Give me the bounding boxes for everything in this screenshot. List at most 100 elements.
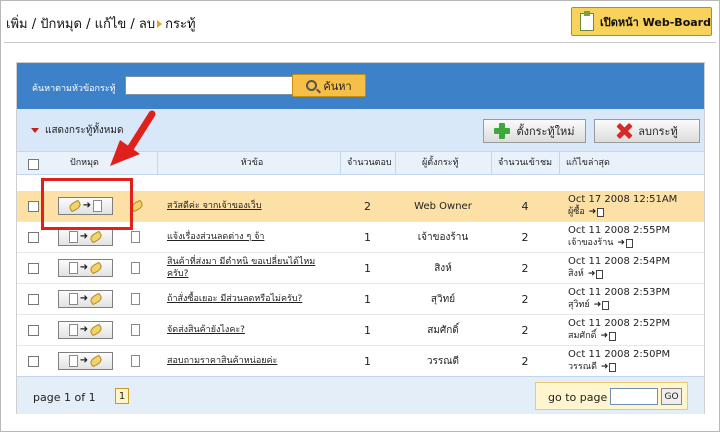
topic-author: สุวิทย์ — [430, 293, 456, 305]
new-topic-button[interactable]: ตั้งกระทู้ใหม่ — [483, 119, 586, 143]
row-checkbox[interactable] — [28, 200, 39, 212]
topic-title-cell: สอบถามราคาสินค้าหน่อยค่ะ — [167, 346, 342, 376]
open-webboard-label: เปิดหน้า Web-Board — [600, 15, 711, 29]
page-number-link[interactable]: 1 — [115, 388, 129, 404]
document-icon — [68, 324, 78, 336]
last-edit-cell: Oct 11 2008 2:50PM วรรณดี ➜ — [568, 346, 704, 376]
last-edit-cell: Oct 11 2008 2:55PM เจ้าของร้าน ➜ — [568, 222, 704, 252]
topic-author: Web Owner — [414, 200, 472, 212]
topic-title-cell: ถ้าสั่งซื้อเยอะ มีส่วนลดหรือไม่ครับ? — [167, 284, 342, 314]
triangle-down-icon — [31, 128, 39, 133]
pin-toggle-button[interactable]: ➜ — [58, 290, 113, 308]
arrow-right-icon: ➜ — [79, 231, 89, 242]
last-edit-by: สุวิทย์ ➜ — [568, 299, 610, 311]
topic-title-link[interactable]: แจ้งเรื่องส่วนลดต่าง ๆ จ้า — [167, 231, 264, 243]
topic-title-cell: จัดส่งสินค้ายังไงคะ? — [167, 315, 342, 345]
goto-post-icon[interactable]: ➜ — [600, 330, 616, 342]
plus-icon — [494, 123, 511, 139]
reply-count: 1 — [364, 323, 371, 337]
view-count: 2 — [521, 292, 529, 306]
reply-count: 1 — [364, 230, 371, 244]
topic-title-cell: แจ้งเรื่องส่วนลดต่าง ๆ จ้า — [167, 222, 342, 252]
last-edit-cell: Oct 11 2008 2:54PM สิงห์ ➜ — [568, 253, 704, 283]
last-edit-cell: Oct 11 2008 2:53PM สุวิทย์ ➜ — [568, 284, 704, 314]
delete-topic-button[interactable]: ลบกระทู้ — [594, 119, 700, 143]
row-checkbox[interactable] — [28, 293, 39, 305]
topic-title-link[interactable]: สวัสดีค่ะ จากเจ้าของเว็บ — [167, 200, 262, 212]
topic-title-link[interactable]: จัดส่งสินค้ายังไงคะ? — [167, 324, 245, 336]
reply-count: 1 — [364, 292, 371, 306]
header-replies: จำนวนตอบ — [340, 152, 395, 174]
last-edit-date: Oct 11 2008 2:53PM — [568, 287, 671, 298]
last-edit-date: Oct 17 2008 12:51AM — [568, 194, 678, 205]
last-edit-date: Oct 11 2008 2:52PM — [568, 318, 671, 329]
last-editor-name: สิงห์ — [568, 269, 584, 279]
last-editor-name: สมศักดิ์ — [568, 331, 597, 341]
annotation-highlight-box — [41, 178, 133, 230]
search-input[interactable] — [125, 76, 299, 95]
topic-icon — [131, 324, 140, 336]
header-last-edit: แก้ไขล่าสุด — [559, 152, 704, 174]
last-editor-name: สุวิทย์ — [568, 300, 590, 310]
topic-title-cell: สินค้าที่ส่งมา มีตำหนิ ขอเปลี่ยนได้ไหม คร… — [167, 253, 342, 283]
pin-toggle-cell: ➜ — [58, 253, 113, 283]
topic-author: สิงห์ — [434, 262, 452, 274]
pin-icon — [88, 292, 104, 306]
goto-page-input[interactable] — [610, 388, 658, 405]
pin-toggle-cell: ➜ — [58, 315, 113, 345]
topic-title-link[interactable]: ถ้าสั่งซื้อเยอะ มีส่วนลดหรือไม่ครับ? — [167, 293, 302, 305]
delete-topic-label: ลบกระทู้ — [638, 125, 678, 138]
new-topic-label: ตั้งกระทู้ใหม่ — [516, 125, 575, 138]
reply-count: 1 — [364, 354, 371, 368]
table-row: ➜ จัดส่งสินค้ายังไงคะ? 1 สมศักดิ์ 2 Oct 11 20… — [17, 315, 704, 346]
goto-page-label: go to page — [548, 391, 608, 404]
breadcrumb-path[interactable]: เพิ่ม / ปักหมุด / แก้ไข / ลบ — [6, 13, 155, 34]
page-info: page 1 of 1 — [33, 391, 96, 404]
topic-type-cell — [131, 346, 140, 376]
last-edit-date: Oct 11 2008 2:55PM — [568, 225, 671, 236]
header-views: จำนวนเข้าชม — [491, 152, 559, 174]
reply-count: 2 — [364, 199, 371, 213]
topic-type-cell — [131, 284, 140, 314]
last-edit-date: Oct 11 2008 2:54PM — [568, 256, 671, 267]
last-editor-name: วรรณดี — [568, 362, 597, 372]
open-webboard-button[interactable]: เปิดหน้า Web-Board — [571, 7, 712, 36]
header-title: หัวข้อ — [157, 152, 340, 174]
topic-title-cell: สวัสดีค่ะ จากเจ้าของเว็บ — [167, 191, 342, 221]
arrow-right-icon: ➜ — [79, 262, 89, 273]
last-edit-by: วรรณดี ➜ — [568, 361, 617, 373]
row-checkbox[interactable] — [28, 262, 39, 274]
row-checkbox[interactable] — [28, 324, 39, 336]
document-icon — [68, 231, 78, 243]
document-icon — [68, 262, 78, 274]
topic-author: วรรณดี — [426, 355, 460, 367]
pin-toggle-button[interactable]: ➜ — [58, 321, 113, 339]
breadcrumb-current: กระทู้ — [165, 17, 196, 32]
search-label: ค้นหาตามหัวข้อกระทู้ — [32, 84, 116, 94]
select-all-checkbox[interactable] — [28, 159, 39, 170]
pin-toggle-button[interactable]: ➜ — [58, 352, 113, 370]
topic-title-link[interactable]: สอบถามราคาสินค้าหน่อยค่ะ — [167, 355, 277, 367]
last-edit-date: Oct 11 2008 2:50PM — [568, 349, 671, 360]
goto-post-icon[interactable]: ➜ — [594, 299, 610, 311]
goto-post-icon[interactable]: ➜ — [617, 237, 633, 249]
go-button[interactable]: GO — [661, 388, 682, 405]
topic-type-cell — [131, 315, 140, 345]
topic-icon — [131, 231, 140, 243]
goto-post-icon[interactable]: ➜ — [589, 206, 605, 218]
table-row: ➜ สอบถามราคาสินค้าหน่อยค่ะ 1 วรรณดี 2 Oct 11 … — [17, 346, 704, 377]
view-count: 2 — [521, 354, 529, 368]
view-count: 2 — [521, 323, 529, 337]
pin-toggle-button[interactable]: ➜ — [58, 259, 113, 277]
row-checkbox[interactable] — [28, 355, 39, 367]
arrow-right-icon: ➜ — [79, 324, 89, 335]
row-checkbox[interactable] — [28, 231, 39, 243]
pin-toggle-button[interactable]: ➜ — [58, 228, 113, 246]
select-all-checkbox-cell — [28, 157, 39, 170]
goto-post-icon[interactable]: ➜ — [601, 361, 617, 373]
goto-post-icon[interactable]: ➜ — [588, 268, 604, 280]
search-button[interactable]: ค้นหา — [292, 74, 366, 97]
pin-toggle-cell: ➜ — [58, 346, 113, 376]
topic-title-link[interactable]: สินค้าที่ส่งมา มีตำหนิ ขอเปลี่ยนได้ไหม คร… — [167, 256, 315, 280]
header-pin: ปักหมุด — [70, 158, 99, 168]
